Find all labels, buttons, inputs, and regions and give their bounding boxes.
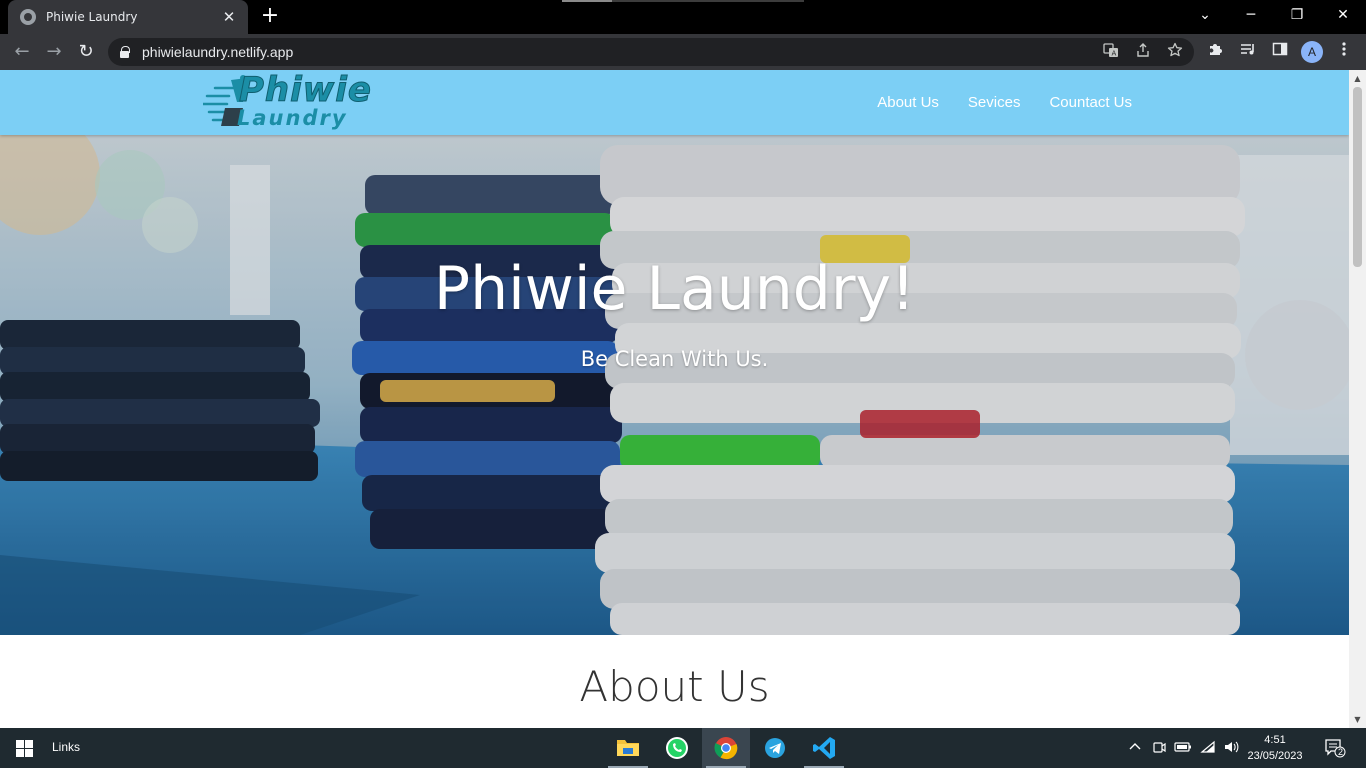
address-bar[interactable]: phiwielaundry.netlify.app A (108, 38, 1194, 66)
minimize-button[interactable]: ─ (1228, 0, 1274, 30)
site-logo[interactable]: Phiwie Laundry (201, 70, 403, 134)
browser-tab-strip: Phiwie Laundry ✕ + ⌄ ─ ❐ ✕ (0, 0, 1366, 34)
about-section-heading: About Us (579, 662, 770, 711)
windows-taskbar: Links 4:51 23/05/2023 2 (0, 728, 1366, 768)
chrome-icon[interactable] (702, 728, 750, 768)
nav-link-contact[interactable]: Countact Us (1049, 94, 1132, 111)
hero-background-image (0, 135, 1349, 635)
wifi-icon[interactable] (1199, 740, 1217, 756)
tab-search-chevron-icon[interactable]: ⌄ (1182, 0, 1228, 30)
svg-text:A: A (1112, 50, 1117, 58)
windows-start-icon[interactable] (16, 740, 33, 757)
clock-date: 23/05/2023 (1247, 750, 1303, 762)
close-window-button[interactable]: ✕ (1320, 0, 1366, 30)
notification-count-badge: 2 (1337, 747, 1343, 757)
taskbar-clock[interactable]: 4:51 23/05/2023 (1240, 732, 1310, 764)
forward-arrow-icon[interactable]: → (42, 40, 66, 64)
taskbar-links-toolbar[interactable]: Links (52, 740, 80, 754)
nav-link-about[interactable]: About Us (877, 94, 939, 111)
telegram-icon[interactable] (751, 728, 799, 768)
back-arrow-icon[interactable]: ← (10, 40, 34, 64)
volume-icon[interactable] (1222, 740, 1240, 756)
tray-chevron-up-icon[interactable] (1126, 740, 1144, 756)
tab-strip-indicator (562, 0, 804, 2)
nav-link-services[interactable]: Sevices (968, 94, 1021, 111)
restore-button[interactable]: ❐ (1274, 0, 1320, 30)
file-explorer-icon[interactable] (604, 728, 652, 768)
battery-icon[interactable] (1174, 740, 1192, 756)
browser-toolbar: ← → ↻ phiwielaundry.netlify.app A A (0, 34, 1366, 70)
tab-close-icon[interactable]: ✕ (220, 8, 238, 26)
scroll-down-arrow-icon[interactable]: ▼ (1349, 711, 1366, 728)
profile-avatar[interactable]: A (1301, 41, 1323, 63)
translate-icon[interactable]: A (1101, 42, 1121, 62)
browser-tab[interactable]: Phiwie Laundry ✕ (8, 0, 248, 34)
globe-icon (20, 9, 36, 25)
new-tab-button[interactable]: + (258, 5, 282, 29)
hero-title: Phiwie Laundry! (433, 254, 916, 324)
more-menu-icon[interactable] (1332, 40, 1356, 64)
url-text[interactable]: phiwielaundry.netlify.app (142, 44, 293, 60)
notification-center-icon[interactable]: 2 (1324, 738, 1346, 758)
bookmark-star-icon[interactable] (1165, 42, 1185, 62)
lock-icon[interactable] (120, 46, 130, 58)
tab-title: Phiwie Laundry (46, 10, 138, 24)
media-queue-icon[interactable] (1236, 40, 1260, 64)
vscode-icon[interactable] (800, 728, 848, 768)
hero-banner: Phiwie Laundry! Be Clean With Us. (0, 135, 1349, 635)
side-panel-icon[interactable] (1268, 40, 1292, 64)
site-navbar: Phiwie Laundry About Us Sevices Countact… (0, 70, 1349, 135)
logo-text-top: Phiwie (239, 70, 372, 111)
web-page: Phiwie Laundry About Us Sevices Countact… (0, 70, 1349, 728)
logo-text-bottom: Laundry (237, 106, 348, 130)
share-icon[interactable] (1133, 42, 1153, 62)
scroll-up-arrow-icon[interactable]: ▲ (1349, 70, 1366, 87)
meet-now-icon[interactable] (1150, 740, 1168, 756)
extensions-puzzle-icon[interactable] (1204, 40, 1228, 64)
reload-icon[interactable]: ↻ (74, 40, 98, 64)
whatsapp-icon[interactable] (653, 728, 701, 768)
clock-time: 4:51 (1264, 734, 1286, 746)
page-scrollbar[interactable]: ▲ ▼ (1349, 70, 1366, 728)
site-nav-links: About Us Sevices Countact Us (877, 70, 1132, 135)
hero-subtitle: Be Clean With Us. (580, 347, 769, 371)
scrollbar-thumb[interactable] (1353, 87, 1362, 267)
